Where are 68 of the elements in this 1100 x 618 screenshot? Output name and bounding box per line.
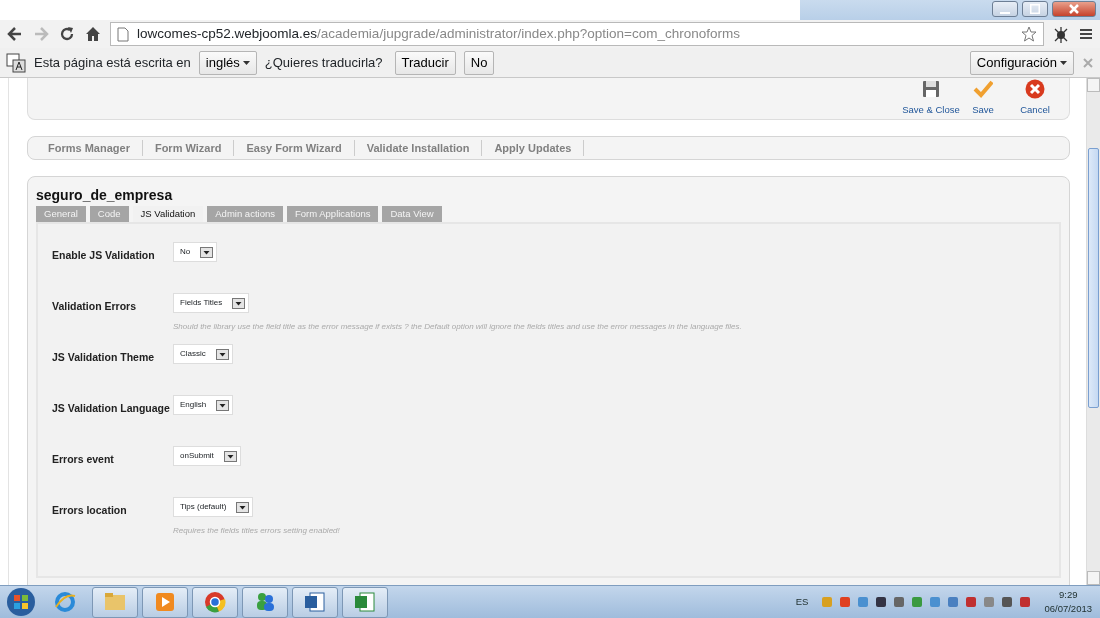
people-icon bbox=[254, 591, 276, 613]
form-title: seguro_de_empresa bbox=[36, 187, 174, 204]
translate-prompt: Esta página está escrita en bbox=[34, 53, 191, 72]
address-bar[interactable]: lowcomes-cp52.webjoomla.es/academia/jupgrade/administrator/index.php?option=com_chronoforms bbox=[110, 22, 1044, 46]
no-button[interactable]: No bbox=[463, 50, 495, 75]
field-label: Enable JS Validation bbox=[52, 248, 156, 264]
caret-icon bbox=[242, 61, 250, 66]
tray-icon[interactable] bbox=[892, 595, 907, 609]
close-icon[interactable] bbox=[1082, 56, 1094, 69]
taskbar-button[interactable] bbox=[192, 586, 238, 618]
menu-icon[interactable] bbox=[1078, 26, 1094, 42]
tray-icon[interactable] bbox=[874, 595, 889, 609]
field-label: Errors event bbox=[52, 452, 115, 468]
menu-link[interactable]: Apply Updates bbox=[482, 139, 585, 157]
url-text: lowcomes-cp52.webjoomla.es/academia/jupgrade/administrator/index.php?option=com_chronoforms bbox=[137, 24, 740, 43]
select-field[interactable]: Tips (default) bbox=[173, 497, 254, 518]
close-button[interactable] bbox=[1052, 1, 1096, 17]
toolbar-button[interactable]: Cancel bbox=[1009, 79, 1061, 118]
home-icon[interactable] bbox=[84, 25, 102, 43]
caret-icon bbox=[1060, 61, 1067, 66]
start-button[interactable] bbox=[4, 587, 38, 617]
close-icon bbox=[1069, 4, 1079, 14]
select-field[interactable]: onSubmit bbox=[173, 446, 241, 467]
taskbar-button[interactable] bbox=[142, 586, 188, 618]
help-text: Requires the fields titles errors setting enabled! bbox=[173, 525, 340, 538]
minimize-icon bbox=[1000, 11, 1010, 14]
clock-time[interactable]: 9:29 bbox=[1058, 587, 1078, 602]
maximize-icon bbox=[1030, 4, 1040, 14]
menu-link[interactable]: Form Wizard bbox=[142, 139, 235, 157]
taskbar-button[interactable] bbox=[342, 586, 388, 618]
maximize-button[interactable] bbox=[1022, 1, 1048, 17]
play-icon bbox=[154, 591, 176, 613]
tray-icon[interactable] bbox=[1018, 595, 1033, 609]
menu-link[interactable]: Forms Manager bbox=[36, 139, 143, 157]
select-field[interactable]: English bbox=[173, 395, 234, 416]
language-indicator[interactable]: ES bbox=[795, 594, 809, 610]
tray-icon[interactable] bbox=[1000, 595, 1015, 609]
settings-dropdown[interactable]: Configuración bbox=[969, 50, 1074, 75]
folder-icon bbox=[104, 591, 126, 613]
chrome-icon bbox=[204, 591, 226, 613]
taskbar-button[interactable] bbox=[292, 586, 338, 618]
extension-icon[interactable] bbox=[1052, 25, 1070, 43]
field-label: JS Validation Language bbox=[52, 401, 171, 417]
document-icon bbox=[304, 591, 326, 613]
field-label: Validation Errors bbox=[52, 299, 138, 315]
select-field[interactable]: Fields Titles bbox=[173, 293, 250, 314]
reload-icon[interactable] bbox=[58, 25, 76, 43]
spreadsheet-icon bbox=[354, 591, 376, 613]
select-field[interactable]: Classic bbox=[173, 344, 233, 365]
translate-button[interactable]: Traducir bbox=[394, 50, 456, 75]
checkmark-icon bbox=[973, 79, 993, 100]
scrollbar-thumb[interactable] bbox=[1088, 148, 1099, 408]
menu-link[interactable]: Validate Installation bbox=[354, 139, 483, 157]
page-icon bbox=[117, 26, 129, 42]
menu-link[interactable]: Easy Form Wizard bbox=[234, 139, 355, 157]
minimize-button[interactable] bbox=[992, 1, 1018, 17]
translate-question: ¿Quieres traducirla? bbox=[264, 53, 383, 72]
language-dropdown[interactable]: inglés bbox=[198, 50, 257, 75]
field-label: Errors location bbox=[52, 503, 128, 519]
browser-icon bbox=[54, 591, 76, 613]
clock-date[interactable]: 06/07/2013 bbox=[1044, 602, 1092, 617]
taskbar-button[interactable] bbox=[242, 586, 288, 618]
field-label: JS Validation Theme bbox=[52, 350, 156, 366]
back-icon[interactable] bbox=[6, 25, 24, 43]
translate-icon bbox=[6, 52, 26, 73]
select-field[interactable]: No bbox=[173, 242, 218, 263]
star-icon[interactable] bbox=[1021, 26, 1037, 42]
tray-icon[interactable] bbox=[964, 595, 979, 609]
